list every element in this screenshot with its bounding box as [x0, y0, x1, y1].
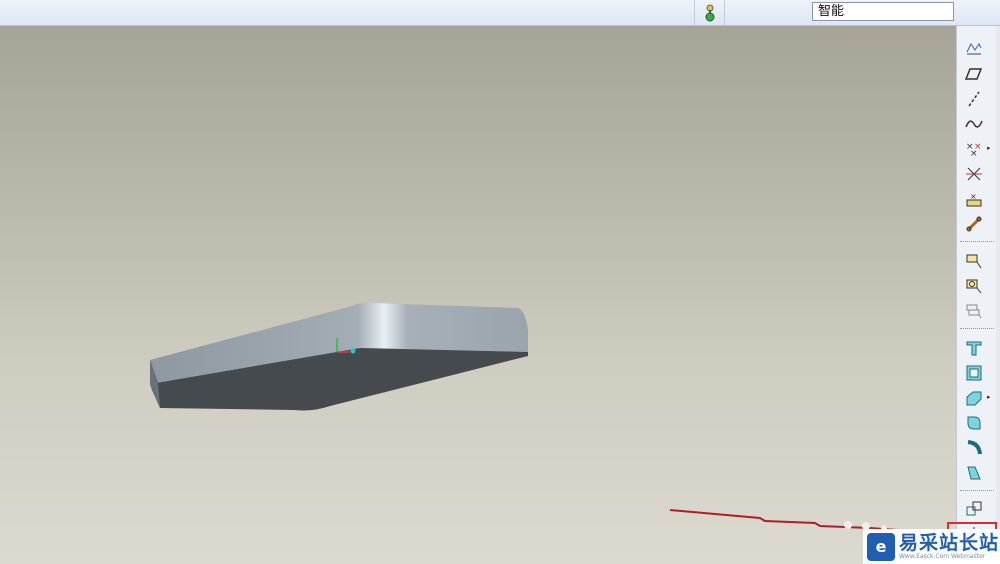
csys-icon: [966, 167, 982, 181]
sweep-button[interactable]: [961, 300, 987, 322]
toolbar-separator: [960, 490, 994, 491]
curve-icon: [965, 120, 983, 128]
toolbar-edge: [996, 26, 1000, 564]
watermark-subtitle: Www.Easck.Com Webmaster: [899, 553, 986, 560]
axis-icon: [968, 91, 980, 107]
status-light-icon[interactable]: [703, 3, 717, 22]
watermark-title: 易采站长站: [899, 532, 1000, 554]
chamfer-button[interactable]: [961, 437, 987, 459]
shell-button[interactable]: [961, 362, 987, 384]
sketch-link-icon: [966, 216, 982, 232]
shell-icon: [966, 365, 982, 381]
feature-toolbar: × × × ▸ × ▸: [956, 26, 1000, 564]
revolve-button[interactable]: [961, 275, 987, 297]
pattern-button[interactable]: [961, 498, 987, 520]
selection-filter-dropdown[interactable]: 智能: [812, 2, 954, 21]
watermark-logo-icon: e: [867, 532, 895, 561]
toolbar-divider: [694, 0, 695, 25]
revolve-icon: [966, 279, 982, 294]
point-flyout-arrow-icon[interactable]: ▸: [987, 144, 991, 152]
top-toolbar: 智能: [0, 0, 1000, 26]
sketch-link-button[interactable]: [961, 213, 987, 235]
draft-icon: [967, 466, 981, 480]
point-button[interactable]: × × ×: [961, 138, 987, 160]
svg-text:×: ×: [970, 192, 977, 201]
analysis-icon: ×: [966, 192, 982, 207]
svg-text:×: ×: [970, 149, 978, 158]
pattern-icon: [966, 501, 982, 516]
toolbar-separator: [960, 328, 994, 329]
watermark-logo-letter: e: [875, 536, 887, 556]
extrude-icon: [966, 254, 982, 269]
analysis-button[interactable]: ×: [961, 188, 987, 210]
point-icon: × ××: [966, 142, 982, 158]
round-icon: [967, 416, 981, 430]
rib-icon: [966, 391, 982, 406]
plane-icon: [965, 68, 983, 80]
sweep-icon: [966, 304, 982, 319]
plane-button[interactable]: [961, 63, 987, 85]
curve-button[interactable]: [961, 113, 987, 135]
datum-plane-icon: [966, 43, 982, 55]
datum-plane-button[interactable]: [961, 38, 987, 60]
axis-button[interactable]: [961, 88, 987, 110]
round-button[interactable]: [961, 412, 987, 434]
chamfer-icon: [967, 440, 982, 455]
model-viewport[interactable]: [0, 26, 956, 564]
rib-button[interactable]: [961, 387, 987, 409]
extrude-button[interactable]: [961, 250, 987, 272]
toolbar-divider: [724, 0, 725, 25]
draft-button[interactable]: [961, 462, 987, 484]
hole-icon: [966, 341, 982, 356]
rib-flyout-arrow-icon[interactable]: ▸: [987, 393, 991, 401]
csys-button[interactable]: [961, 163, 987, 185]
site-watermark: e 易采站长站 Www.Easck.Com Webmaster: [863, 529, 1000, 564]
toolbar-separator: [960, 241, 994, 242]
hole-button[interactable]: [961, 337, 987, 359]
solid-plate-model[interactable]: [0, 26, 956, 564]
watermark-text: 易采站长站 Www.Easck.Com Webmaster: [899, 533, 999, 560]
